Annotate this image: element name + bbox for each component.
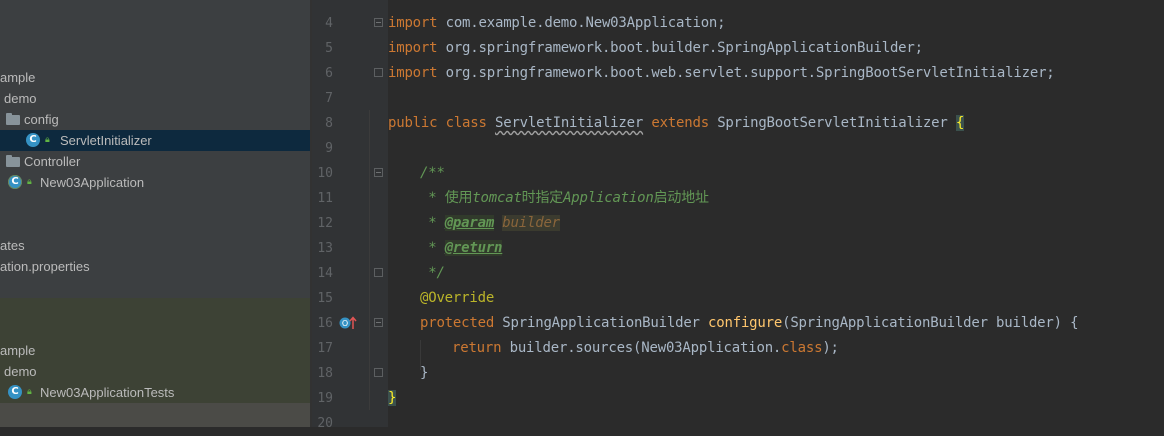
svg-text:O: O [342,319,348,328]
code-line-15: @Override [420,290,495,306]
line-number: 5 [325,41,333,56]
fold-end-icon[interactable] [374,368,383,377]
line-number: 18 [317,366,333,381]
code-line-19: } [388,386,396,411]
class-icon: C [26,133,40,147]
line-number: 7 [325,91,333,106]
line-number: 20 [317,416,333,431]
tree-bottom-band [0,403,310,427]
tree-item-label: ample [0,343,36,358]
line-number: 11 [317,191,333,206]
class-name: ServletInitializer [494,115,644,131]
tree-item-label: demo [4,91,37,106]
tree-item-label: ation.properties [0,259,90,274]
tree-item-label: Controller [24,154,81,169]
line-number: 4 [325,16,333,31]
tree-item-config[interactable]: config [0,109,310,130]
fold-end-icon[interactable] [374,268,383,277]
code-line-8: public class ServletInitializer extends … [388,115,965,131]
tree-item-application-properties[interactable]: ation.properties [0,256,310,277]
tree-item-label: ates [0,238,25,253]
code-line-12: * @param builder [420,215,560,231]
line-number: 17 [317,341,333,356]
code-line-10: /** [420,165,445,181]
fold-toggle-icon[interactable] [374,18,383,27]
tree-item-example[interactable]: ample [0,67,310,88]
fold-toggle-icon[interactable] [374,318,383,327]
tree-item-test-demo[interactable]: demo [0,361,310,382]
line-number: 15 [317,291,333,306]
folder-icon [6,155,20,167]
line-number: 16 [317,316,333,331]
code-line-18: } [420,365,429,381]
lock-icon: 🔒︎ [45,134,50,144]
line-number: 14 [317,266,333,281]
tree-item-new03application-tests[interactable]: C 🔒︎ New03ApplicationTests [0,382,310,403]
code-line-14: */ [420,265,445,281]
line-number: 19 [317,391,333,406]
lock-icon: 🔒︎ [27,176,32,186]
project-tree-panel: ample demo config C 🔒︎ ServletInitialize… [0,0,310,427]
spring-boot-class-icon: C [8,175,22,189]
indent-guide [369,110,370,410]
tree-item-controller[interactable]: Controller [0,151,310,172]
lock-icon: 🔒︎ [27,386,32,396]
code-line-13: * @return [420,240,503,256]
tree-item-label: New03ApplicationTests [40,385,175,400]
test-class-icon: C [8,385,22,399]
code-line-4: import com.example.demo.New03Application… [388,15,726,31]
tree-item-new03application[interactable]: C 🔒︎ New03Application [0,172,310,193]
tree-item-label: config [24,112,59,127]
tree-item-servlet-initializer[interactable]: C 🔒︎ ServletInitializer [0,130,310,151]
fold-toggle-icon[interactable] [374,168,383,177]
tree-item-label: New03Application [40,175,145,190]
code-line-6: import org.springframework.boot.web.serv… [388,65,1055,81]
tree-item-label: ServletInitializer [60,133,152,148]
tree-item-label: ample [0,70,36,85]
line-number: 10 [317,166,333,181]
matched-brace: { [955,115,965,131]
tree-item-test-example[interactable]: ample [0,340,310,361]
override-method-icon[interactable]: O [339,315,357,331]
tree-item-templates[interactable]: ates [0,235,310,256]
code-line-17: return builder.sources(New03Application.… [452,340,839,356]
line-number: 13 [317,241,333,256]
line-number: 9 [325,141,333,156]
line-number: 6 [325,66,333,81]
line-number: 12 [317,216,333,231]
line-number: 8 [325,116,333,131]
code-line-11: * 使用tomcat时指定Application启动地址 [420,190,709,206]
tree-item-demo[interactable]: demo [0,88,310,109]
code-line-5: import org.springframework.boot.builder.… [388,40,923,56]
code-line-16: protected SpringApplicationBuilder confi… [420,315,1079,331]
folder-icon [6,113,20,125]
matched-brace: } [388,390,397,406]
tree-item-label: demo [4,364,37,379]
fold-end-icon[interactable] [374,68,383,77]
